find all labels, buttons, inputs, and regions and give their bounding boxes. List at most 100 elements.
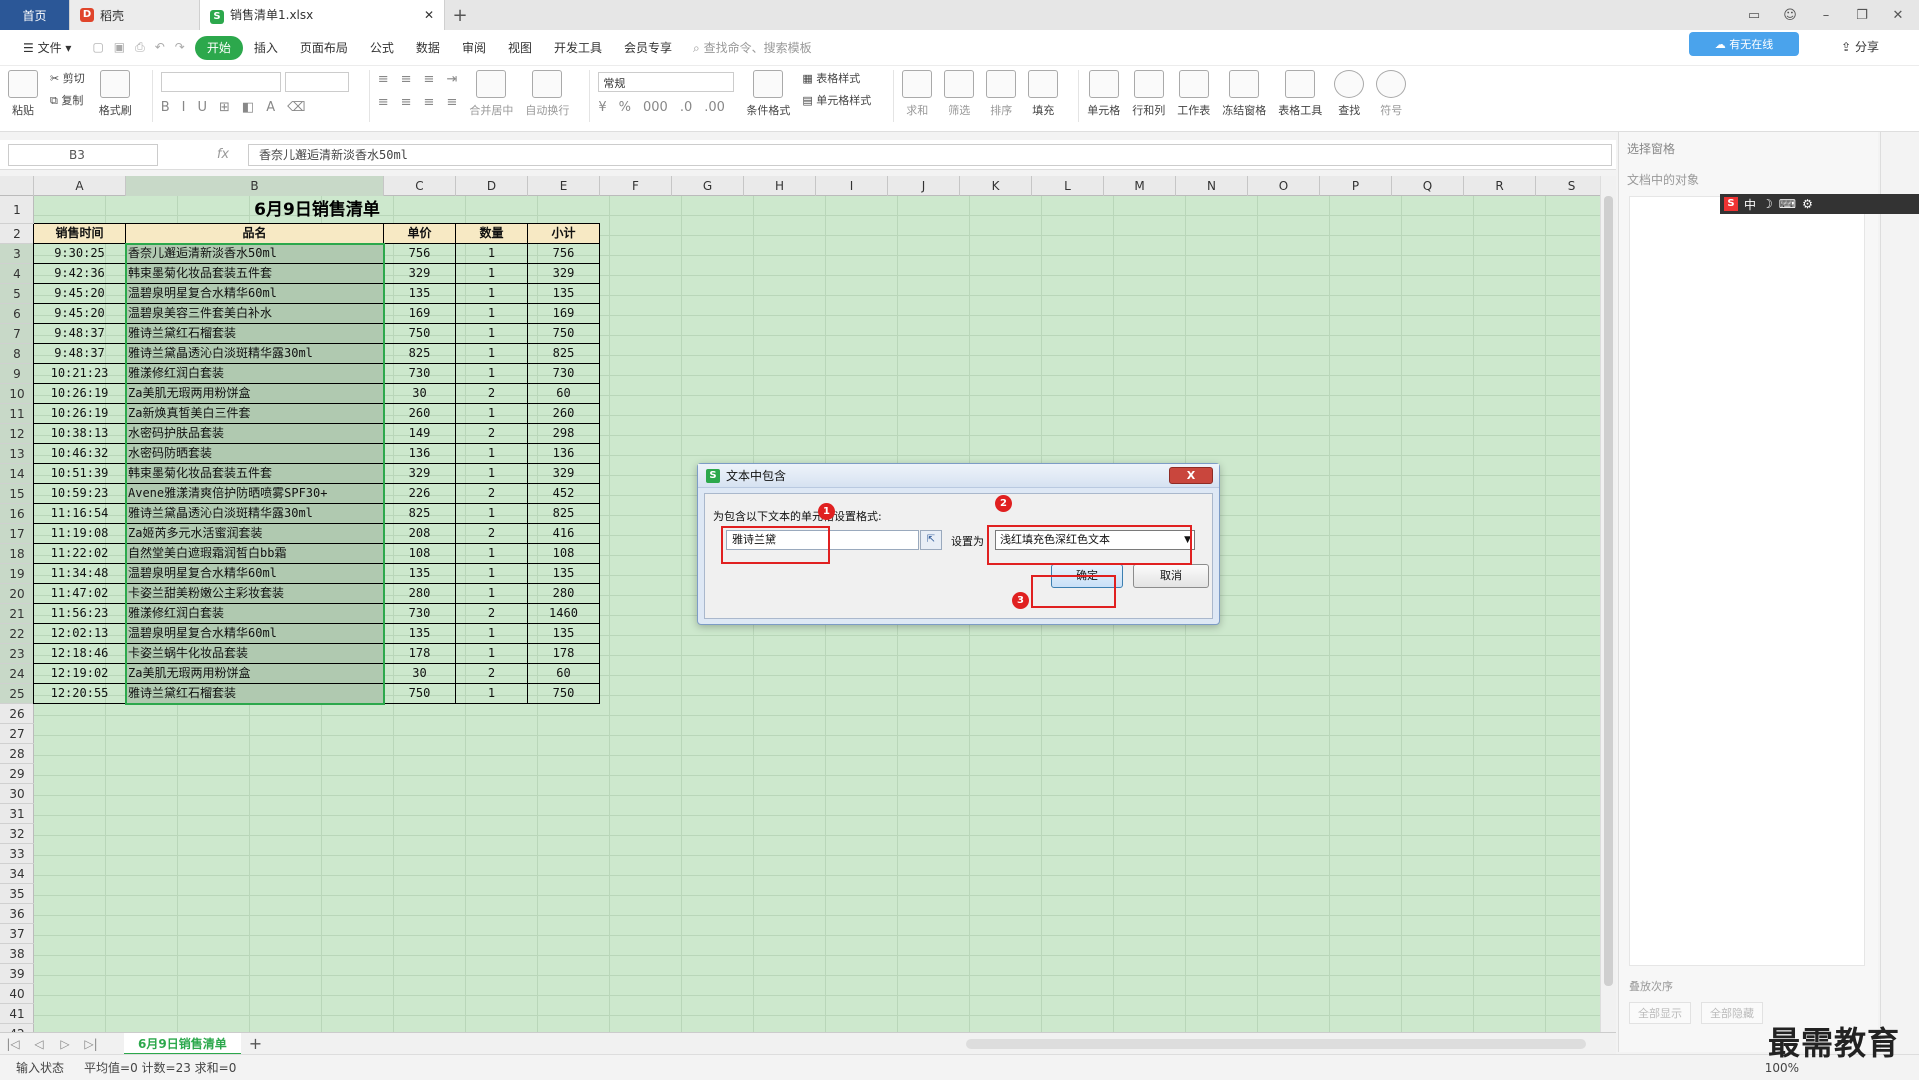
table-cell[interactable]: 178	[384, 644, 456, 664]
tab-insert[interactable]: 插入	[243, 36, 289, 60]
file-menu[interactable]: ☰ 文件 ▾	[12, 36, 82, 60]
contains-text-input[interactable]: 雅诗兰黛	[726, 530, 919, 550]
tab-member[interactable]: 会员专享	[613, 36, 683, 60]
table-cell[interactable]: 10:46:32	[34, 444, 126, 464]
table-cell[interactable]: 1	[456, 504, 528, 524]
row-header[interactable]: 23	[0, 644, 34, 664]
table-cell[interactable]: 750	[528, 684, 600, 704]
table-cell[interactable]: 135	[384, 284, 456, 304]
vertical-scrollbar[interactable]	[1600, 176, 1616, 1032]
product-cell[interactable]: Za美肌无瑕两用粉饼盒	[126, 384, 384, 404]
bold-icon[interactable]: B	[161, 100, 170, 115]
table-cell[interactable]: 11:16:54	[34, 504, 126, 524]
row-header[interactable]: 22	[0, 624, 34, 644]
table-cell[interactable]: 9:45:20	[34, 284, 126, 304]
row-header[interactable]: 38	[0, 944, 34, 964]
table-cell[interactable]: 135	[384, 624, 456, 644]
table-cell[interactable]: 169	[384, 304, 456, 324]
table-cell[interactable]: 750	[528, 324, 600, 344]
row-header[interactable]: 29	[0, 764, 34, 784]
product-cell[interactable]: 雅诗兰黛红石榴套装	[126, 324, 384, 344]
table-cell[interactable]: 756	[528, 244, 600, 264]
table-cell[interactable]: 730	[384, 604, 456, 624]
table-cell[interactable]: 1	[456, 444, 528, 464]
table-cell[interactable]: 1	[456, 644, 528, 664]
increase-decimal-icon[interactable]: .0	[680, 100, 692, 115]
table-cell[interactable]: 2	[456, 484, 528, 504]
table-cell[interactable]: 329	[384, 464, 456, 484]
table-cell[interactable]: 9:48:37	[34, 344, 126, 364]
avatar[interactable]: ☺	[1779, 8, 1801, 23]
paste-button[interactable]: 粘贴	[8, 70, 38, 118]
copy-button[interactable]: ⧉ 复制	[50, 92, 85, 108]
row-header[interactable]: 6	[0, 304, 34, 324]
percent-icon[interactable]: %	[619, 100, 631, 115]
align-center-icon[interactable]: ≡	[401, 95, 412, 110]
decrease-decimal-icon[interactable]: .00	[704, 100, 725, 115]
table-cell[interactable]: 1	[456, 464, 528, 484]
table-cell[interactable]: 1	[456, 564, 528, 584]
table-cell[interactable]: 2	[456, 424, 528, 444]
product-cell[interactable]: 雅诗兰黛晶透沁白淡斑精华露30ml	[126, 344, 384, 364]
row-header[interactable]: 18	[0, 544, 34, 564]
row-header[interactable]: 13	[0, 444, 34, 464]
layout-icon[interactable]: ▭	[1743, 8, 1765, 23]
column-title-cell[interactable]: 数量	[456, 224, 528, 244]
column-header[interactable]: R	[1464, 176, 1536, 196]
object-list[interactable]	[1629, 196, 1865, 966]
column-header[interactable]: M	[1104, 176, 1176, 196]
row-header[interactable]: 14	[0, 464, 34, 484]
tab-daoke[interactable]: D 稻壳	[70, 0, 200, 30]
row-header[interactable]: 36	[0, 904, 34, 924]
table-cell[interactable]: 1	[456, 684, 528, 704]
table-cell[interactable]: 260	[528, 404, 600, 424]
tab-document[interactable]: S 销售清单1.xlsx ✕	[200, 0, 445, 30]
tab-page-layout[interactable]: 页面布局	[289, 36, 359, 60]
table-cell[interactable]: 149	[384, 424, 456, 444]
table-cell[interactable]: 280	[384, 584, 456, 604]
column-header[interactable]: N	[1176, 176, 1248, 196]
row-col-button[interactable]: 行和列	[1132, 70, 1165, 118]
table-cell[interactable]: 11:22:02	[34, 544, 126, 564]
column-header[interactable]: F	[600, 176, 672, 196]
font-color-icon[interactable]: A	[266, 100, 275, 115]
table-cell[interactable]: 1	[456, 324, 528, 344]
table-cell[interactable]: 825	[528, 344, 600, 364]
row-header[interactable]: 26	[0, 704, 34, 724]
symbol-button[interactable]: 符号	[1376, 70, 1407, 118]
row-header[interactable]: 32	[0, 824, 34, 844]
save-icon[interactable]: ▣	[114, 40, 125, 55]
close-window-icon[interactable]: ✕	[1887, 8, 1909, 23]
row-header[interactable]: 10	[0, 384, 34, 404]
table-cell[interactable]: 1	[456, 364, 528, 384]
font-size-select[interactable]	[284, 72, 349, 92]
product-cell[interactable]: 韩束墨菊化妆品套装五件套	[126, 264, 384, 284]
underline-icon[interactable]: U	[197, 100, 207, 115]
product-cell[interactable]: Za姬芮多元水活蜜润套装	[126, 524, 384, 544]
format-select[interactable]: 浅红填充色深红色文本 ▼	[995, 530, 1195, 550]
row-header[interactable]: 5	[0, 284, 34, 304]
row-header[interactable]: 24	[0, 664, 34, 684]
table-cell[interactable]: 825	[384, 344, 456, 364]
table-cell[interactable]: 9:48:37	[34, 324, 126, 344]
table-cell[interactable]: 1	[456, 624, 528, 644]
ok-button[interactable]: 确定	[1051, 564, 1123, 588]
table-cell[interactable]: 135	[384, 564, 456, 584]
product-cell[interactable]: 自然堂美白遮瑕霜润皙白bb霜	[126, 544, 384, 564]
table-cell[interactable]: 825	[384, 504, 456, 524]
table-cell[interactable]: 12:19:02	[34, 664, 126, 684]
ime-toolbar[interactable]: S 中 ☽ ⌨ ⚙	[1720, 194, 1919, 214]
table-cell[interactable]: 178	[528, 644, 600, 664]
redo-icon[interactable]: ↷	[175, 40, 185, 55]
column-header[interactable]: D	[456, 176, 528, 196]
filter-button[interactable]: 筛选	[944, 70, 975, 118]
last-sheet-icon[interactable]: ▷|	[78, 1037, 104, 1051]
table-cell[interactable]: 12:18:46	[34, 644, 126, 664]
format-painter-button[interactable]: 格式刷	[99, 70, 132, 118]
close-tab-icon[interactable]: ✕	[424, 8, 434, 22]
tab-formula[interactable]: 公式	[359, 36, 405, 60]
align-right-icon[interactable]: ≡	[424, 95, 435, 110]
table-cell[interactable]: 12:02:13	[34, 624, 126, 644]
new-icon[interactable]: ▢	[92, 40, 103, 55]
table-cell[interactable]: 60	[528, 384, 600, 404]
